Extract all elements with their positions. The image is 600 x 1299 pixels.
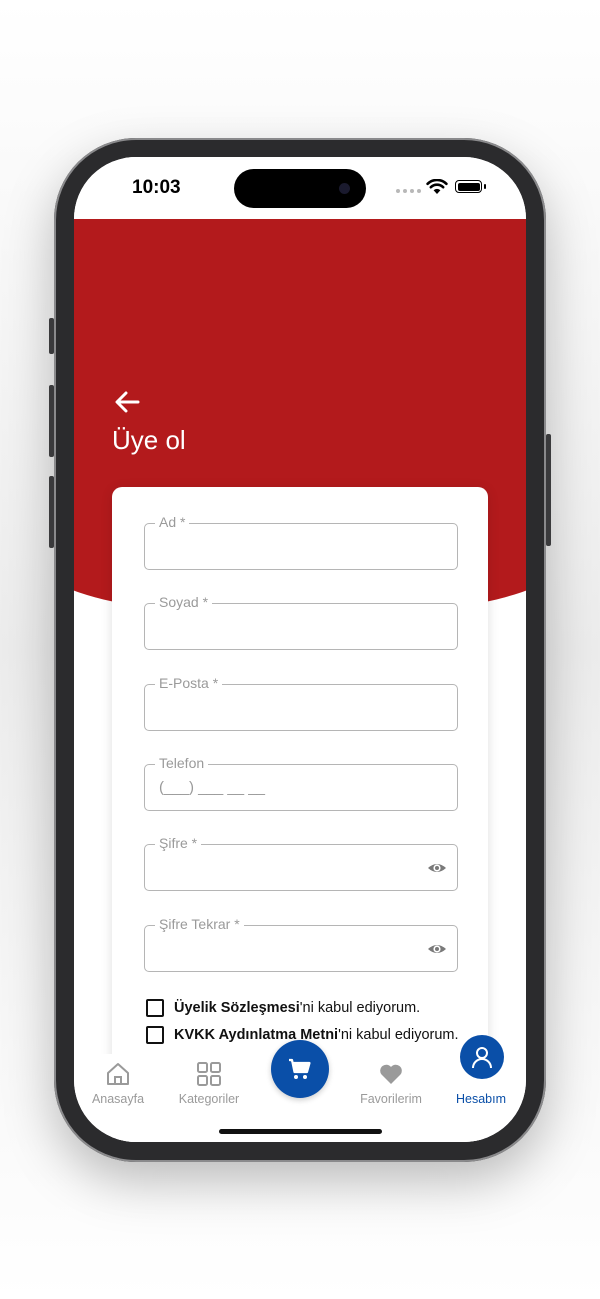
membership-agreement-link[interactable]: Üyelik Sözleşmesi <box>174 1000 300 1016</box>
kvkk-consent-link[interactable]: KVKK Aydınlatma Metni <box>174 1027 338 1043</box>
back-arrow-icon[interactable] <box>112 389 142 415</box>
power-button <box>546 434 551 546</box>
home-indicator <box>219 1129 382 1134</box>
dynamic-island <box>234 169 366 208</box>
tab-label: Favorilerim <box>360 1092 422 1106</box>
app-screen: 10:03 Üye ol Ad * Soyad * E-Posta * Tele <box>74 157 526 1142</box>
tab-label: Hesabım <box>455 1092 507 1106</box>
tab-label: Anasayfa <box>91 1092 145 1106</box>
kvkk-consent-checkbox[interactable] <box>146 1026 164 1044</box>
action-button <box>49 318 54 354</box>
cart-icon <box>289 1058 311 1079</box>
membership-agreement-text: 'ni kabul ediyorum. <box>299 1000 421 1016</box>
password-input[interactable] <box>159 845 429 890</box>
page-title: Üye ol <box>112 425 186 455</box>
membership-agreement-checkbox[interactable] <box>146 999 164 1017</box>
membership-agreement-row: Üyelik Sözleşmesi'ni kabul ediyorum. <box>146 999 420 1017</box>
volume-up-button <box>49 385 54 457</box>
tab-cart[interactable] <box>271 1040 329 1098</box>
user-icon <box>472 1047 492 1069</box>
home-icon <box>107 1063 129 1085</box>
signal-icon <box>396 189 421 193</box>
heart-icon <box>380 1064 402 1084</box>
eye-icon[interactable] <box>427 940 447 958</box>
tab-kategoriler[interactable]: Kategoriler <box>164 1054 254 1106</box>
tab-anasayfa[interactable]: Anasayfa <box>74 1054 163 1106</box>
battery-icon <box>455 180 482 193</box>
camera-icon <box>339 183 350 194</box>
grid-icon <box>197 1062 221 1086</box>
first-name-field[interactable]: Ad * <box>144 514 458 570</box>
last-name-input[interactable] <box>159 604 429 649</box>
first-name-input[interactable] <box>159 524 429 569</box>
tab-favorilerim[interactable]: Favorilerim <box>346 1054 436 1106</box>
wifi-icon <box>426 179 448 194</box>
phone-input[interactable] <box>159 765 429 810</box>
email-field[interactable]: E-Posta * <box>144 675 458 731</box>
last-name-field[interactable]: Soyad * <box>144 594 458 650</box>
email-input[interactable] <box>159 685 429 730</box>
password-field[interactable]: Şifre * <box>144 835 458 891</box>
status-time: 10:03 <box>132 177 181 198</box>
kvkk-consent-text: 'ni kabul ediyorum. <box>338 1027 459 1043</box>
status-bar: 10:03 <box>74 157 526 219</box>
account-avatar-button[interactable] <box>460 1035 504 1079</box>
battery-tip <box>484 184 486 189</box>
volume-down-button <box>49 476 54 548</box>
password-repeat-field[interactable]: Şifre Tekrar * <box>144 916 458 972</box>
tab-label: Kategoriler <box>178 1092 240 1106</box>
password-repeat-input[interactable] <box>159 926 429 971</box>
phone-field[interactable]: Telefon <box>144 755 458 811</box>
eye-icon[interactable] <box>427 859 447 877</box>
